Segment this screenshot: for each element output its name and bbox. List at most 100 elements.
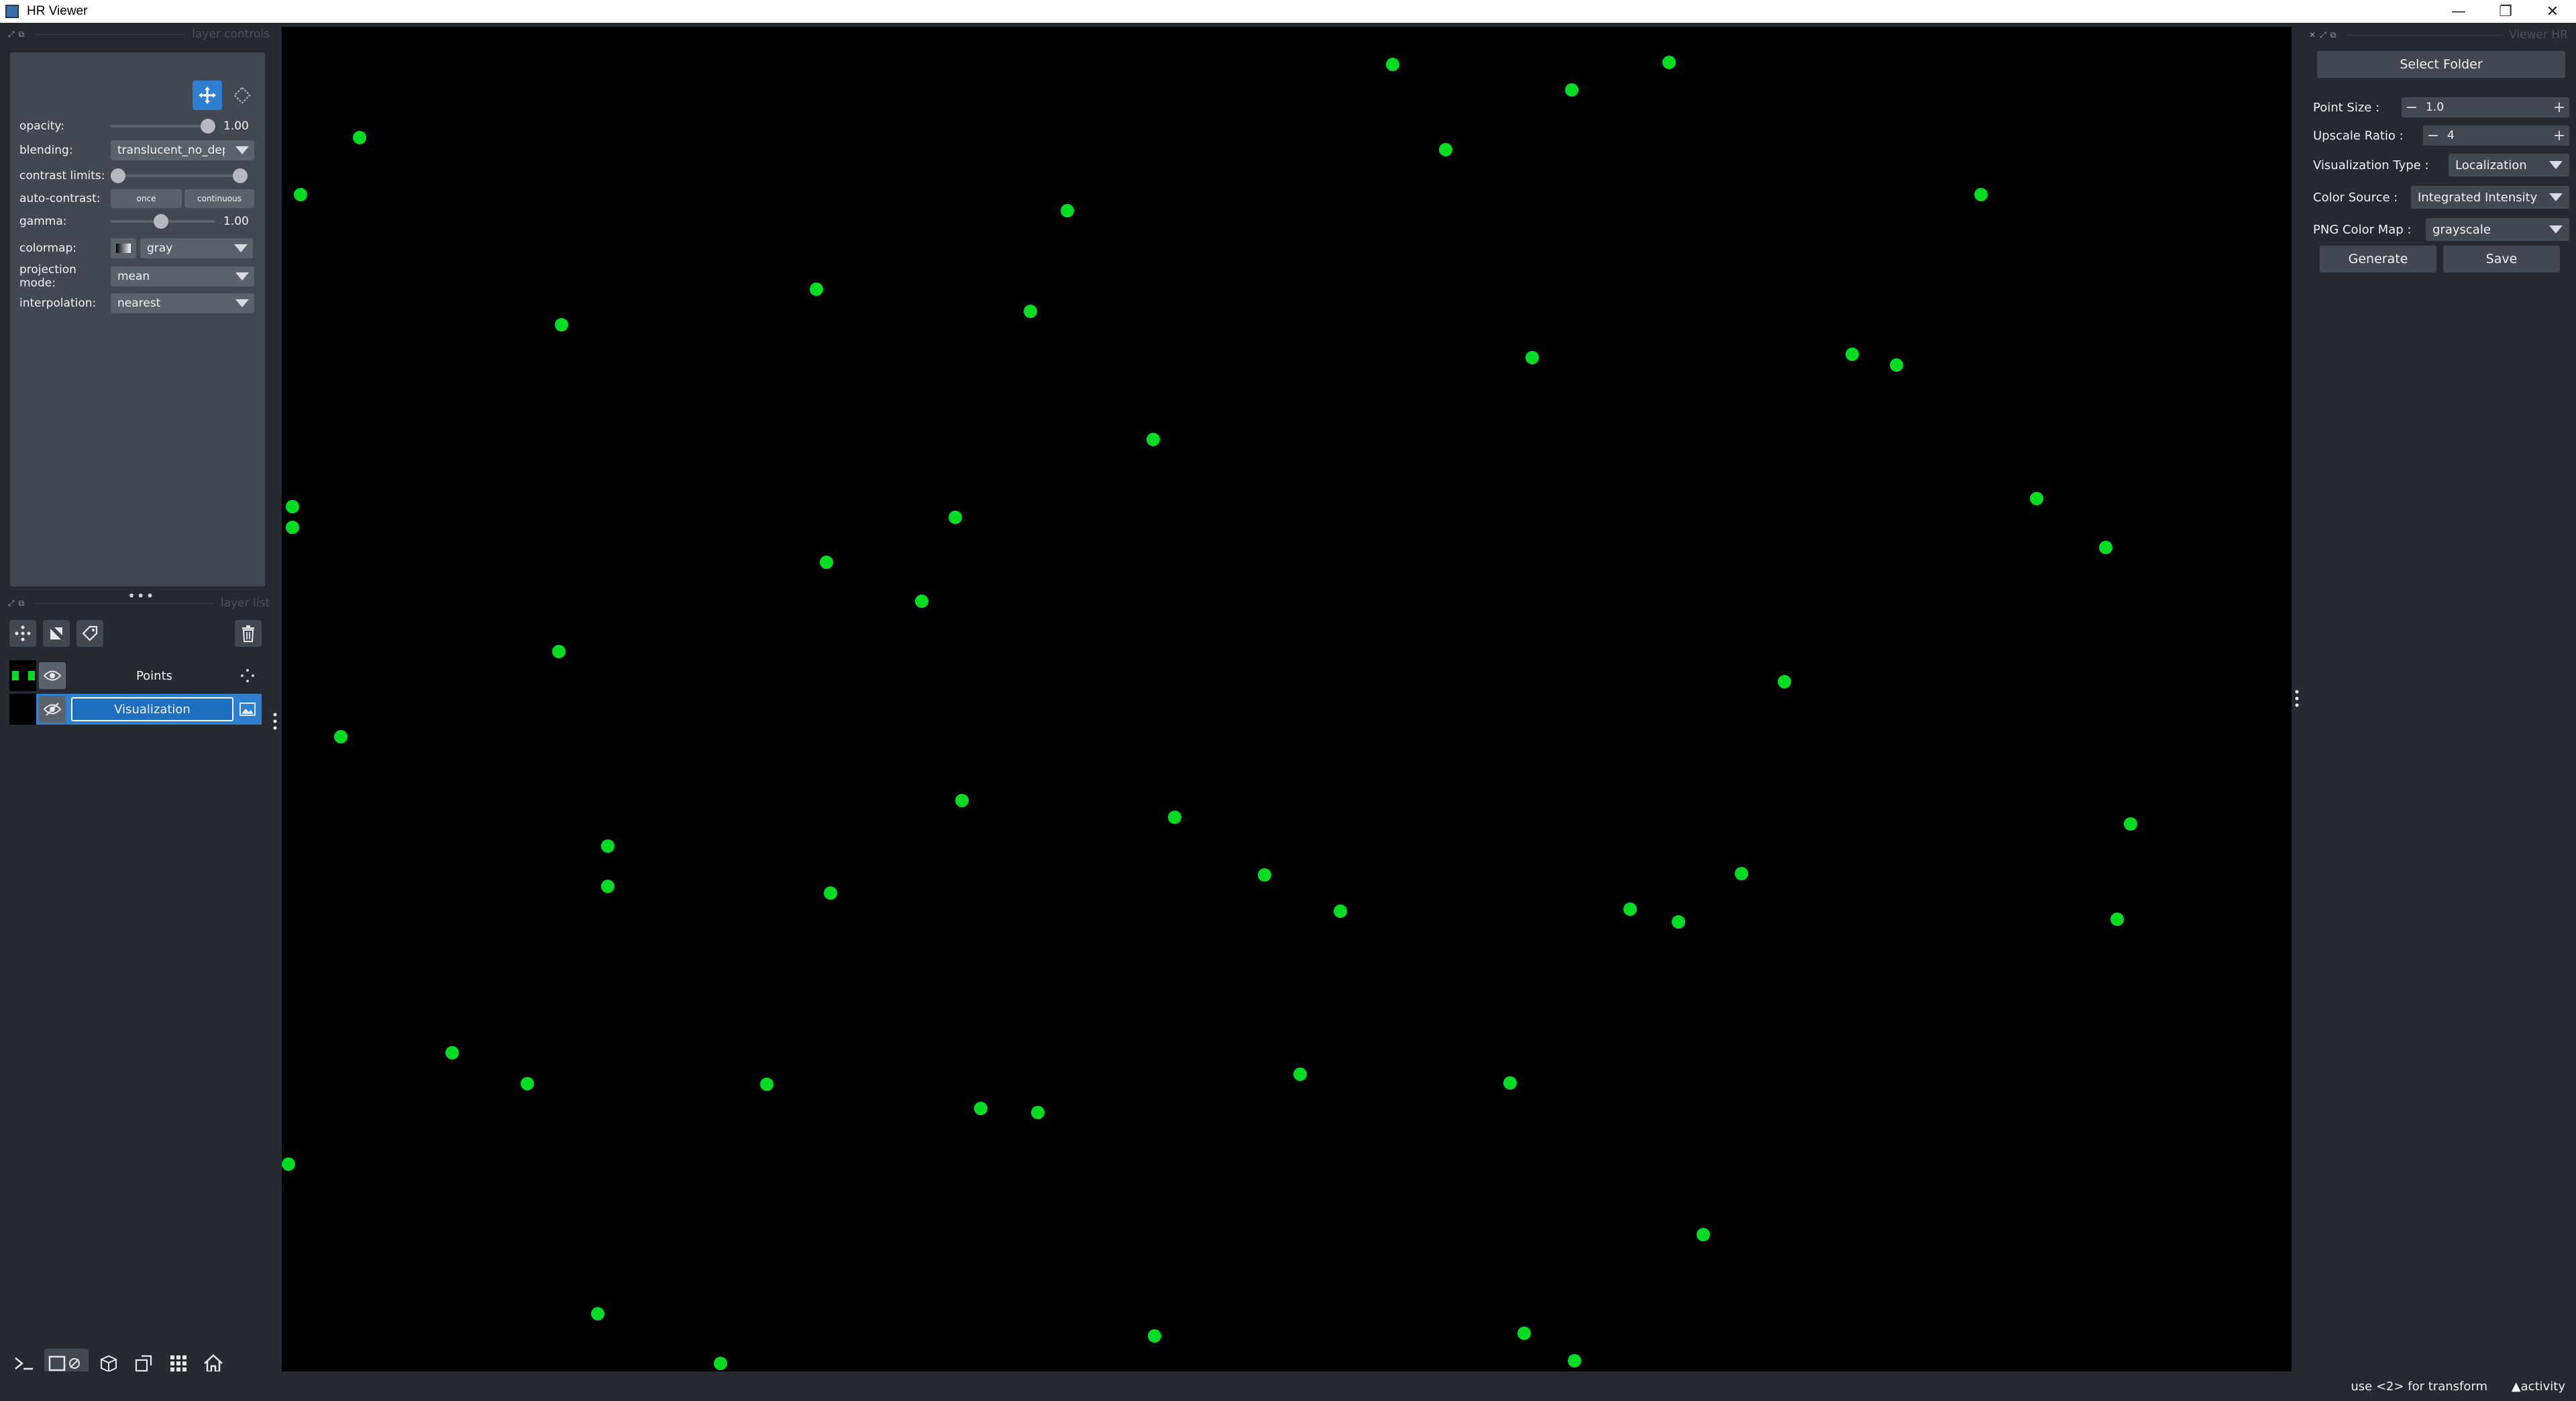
color-source-label: Color Source : <box>2313 190 2398 205</box>
save-button[interactable]: Save <box>2443 246 2560 272</box>
layer-list-dock-header[interactable]: ⤢⧉ layer list <box>8 596 270 611</box>
auto-contrast-row: auto-contrast: once continuous <box>19 188 261 209</box>
dock-label: layer controls <box>192 28 270 41</box>
localization-point <box>353 131 366 144</box>
localization-point <box>1974 188 1988 201</box>
point-size-spinbox[interactable]: − 1.0 + <box>2402 97 2569 117</box>
visibility-toggle[interactable] <box>39 662 66 689</box>
gamma-value: 1.00 <box>223 215 249 228</box>
layer-toolbar <box>9 620 264 651</box>
auto-contrast-label: auto-contrast: <box>19 192 101 205</box>
move-arrows-icon <box>199 87 216 104</box>
layer-name[interactable]: Visualization <box>71 697 233 721</box>
points-layer <box>282 56 2137 1370</box>
contrast-limits-slider[interactable] <box>111 165 248 187</box>
vertical-dots-icon <box>2295 690 2299 707</box>
localization-point <box>1568 1354 1581 1367</box>
terminal-icon <box>15 1357 33 1370</box>
localization-point <box>1439 143 1452 156</box>
localization-point <box>1672 915 1685 929</box>
slider-handle[interactable] <box>154 214 168 229</box>
colormap-row: colormap: gray <box>19 238 261 259</box>
transpose-icon <box>135 1355 152 1372</box>
upscale-ratio-row: Upscale Ratio : − 4 + <box>2313 123 2571 148</box>
status-hint: use <2> for transform <box>2351 1380 2487 1394</box>
blending-select[interactable]: translucent_no_depth <box>111 140 254 160</box>
layer-row-visualization[interactable]: Visualization <box>9 694 262 725</box>
slider-handle-high[interactable] <box>233 168 248 183</box>
right-dock-handle[interactable] <box>2294 688 2300 709</box>
opacity-value: 1.00 <box>223 119 249 133</box>
projection-mode-row: projection mode: mean <box>19 263 261 290</box>
localization-point <box>949 511 962 524</box>
projection-mode-select[interactable]: mean <box>111 266 254 287</box>
localization-point <box>1168 811 1181 824</box>
maximize-button[interactable]: ❐ <box>2482 0 2529 23</box>
localization-point <box>2099 541 2112 554</box>
points-icon <box>15 625 31 641</box>
dock-float-icon[interactable]: ⤢⧉ <box>8 599 28 609</box>
opacity-slider[interactable] <box>111 115 215 137</box>
layer-name[interactable]: Points <box>71 664 237 688</box>
increment-button[interactable]: + <box>2549 127 2569 144</box>
auto-contrast-once-button[interactable]: once <box>111 189 182 208</box>
localization-point <box>1293 1068 1307 1081</box>
localization-point <box>1735 867 1748 880</box>
new-shapes-layer-button[interactable] <box>43 620 70 647</box>
grid-icon <box>170 1355 186 1371</box>
layer-controls-dock-header[interactable]: ⤢⧉ layer controls <box>8 27 270 42</box>
title-bar: HR Viewer — ❐ ✕ <box>0 0 2576 23</box>
decrement-button[interactable]: − <box>2402 99 2422 116</box>
viewer-hr-dock-header[interactable]: ✕⤢⧉ Viewer HR <box>2301 27 2576 43</box>
increment-button[interactable]: + <box>2549 99 2569 116</box>
new-points-layer-button[interactable] <box>9 620 36 647</box>
localization-point <box>521 1077 534 1090</box>
localization-point <box>591 1307 604 1320</box>
localization-point <box>760 1078 773 1091</box>
minimize-button[interactable]: — <box>2435 0 2482 23</box>
dock-close-float-icon[interactable]: ✕⤢⧉ <box>2309 30 2340 40</box>
gamma-slider[interactable] <box>111 211 215 232</box>
auto-contrast-continuous-button[interactable]: continuous <box>184 189 254 208</box>
status-bar: use <2> for transform ▲activity <box>0 1371 2576 1401</box>
colormap-select[interactable]: gray <box>140 238 253 258</box>
chevron-down-icon <box>2549 193 2563 201</box>
generate-button[interactable]: Generate <box>2320 246 2436 272</box>
new-labels-layer-button[interactable] <box>76 620 103 647</box>
eye-icon <box>44 670 61 681</box>
square-2d-icon <box>48 1355 80 1371</box>
interpolation-select[interactable]: nearest <box>111 293 254 313</box>
pan-zoom-button[interactable] <box>193 81 222 110</box>
eye-closed-icon <box>44 703 61 716</box>
window-controls: — ❐ ✕ <box>2435 0 2576 23</box>
close-button[interactable]: ✕ <box>2529 0 2576 23</box>
contrast-limits-row: contrast limits: <box>19 165 261 187</box>
slider-handle-low[interactable] <box>111 168 125 183</box>
contrast-limits-label: contrast limits: <box>19 169 105 183</box>
dock-float-icon[interactable]: ⤢⧉ <box>8 30 28 40</box>
shapes-icon <box>50 627 62 639</box>
left-dock-handle[interactable] <box>272 711 278 731</box>
activity-button[interactable]: ▲activity <box>2512 1380 2565 1394</box>
localization-point <box>555 318 568 331</box>
delete-layer-button[interactable] <box>235 620 262 647</box>
localization-point <box>1061 204 1074 217</box>
colormap-swatch <box>111 238 136 258</box>
select-folder-button[interactable]: Select Folder <box>2317 51 2565 78</box>
localization-point <box>1503 1076 1517 1090</box>
png-color-map-row: PNG Color Map : grayscale <box>2313 217 2571 242</box>
upscale-ratio-spinbox[interactable]: − 4 + <box>2423 125 2569 146</box>
png-color-map-select[interactable]: grayscale <box>2426 218 2569 241</box>
localization-point <box>445 1046 459 1059</box>
slider-handle[interactable] <box>201 119 215 134</box>
visualization-type-select[interactable]: Localization <box>2449 154 2569 176</box>
layer-row-points[interactable]: Points <box>9 660 262 691</box>
color-source-select[interactable]: Integrated Intensity <box>2411 186 2569 209</box>
decrement-button[interactable]: − <box>2423 127 2443 144</box>
layer-thumbnail <box>9 660 36 691</box>
transform-button[interactable] <box>227 81 257 110</box>
viewer-canvas[interactable] <box>282 27 2292 1371</box>
visibility-toggle[interactable] <box>39 696 66 723</box>
localization-point <box>1148 1329 1161 1343</box>
localization-point <box>1845 348 1859 361</box>
